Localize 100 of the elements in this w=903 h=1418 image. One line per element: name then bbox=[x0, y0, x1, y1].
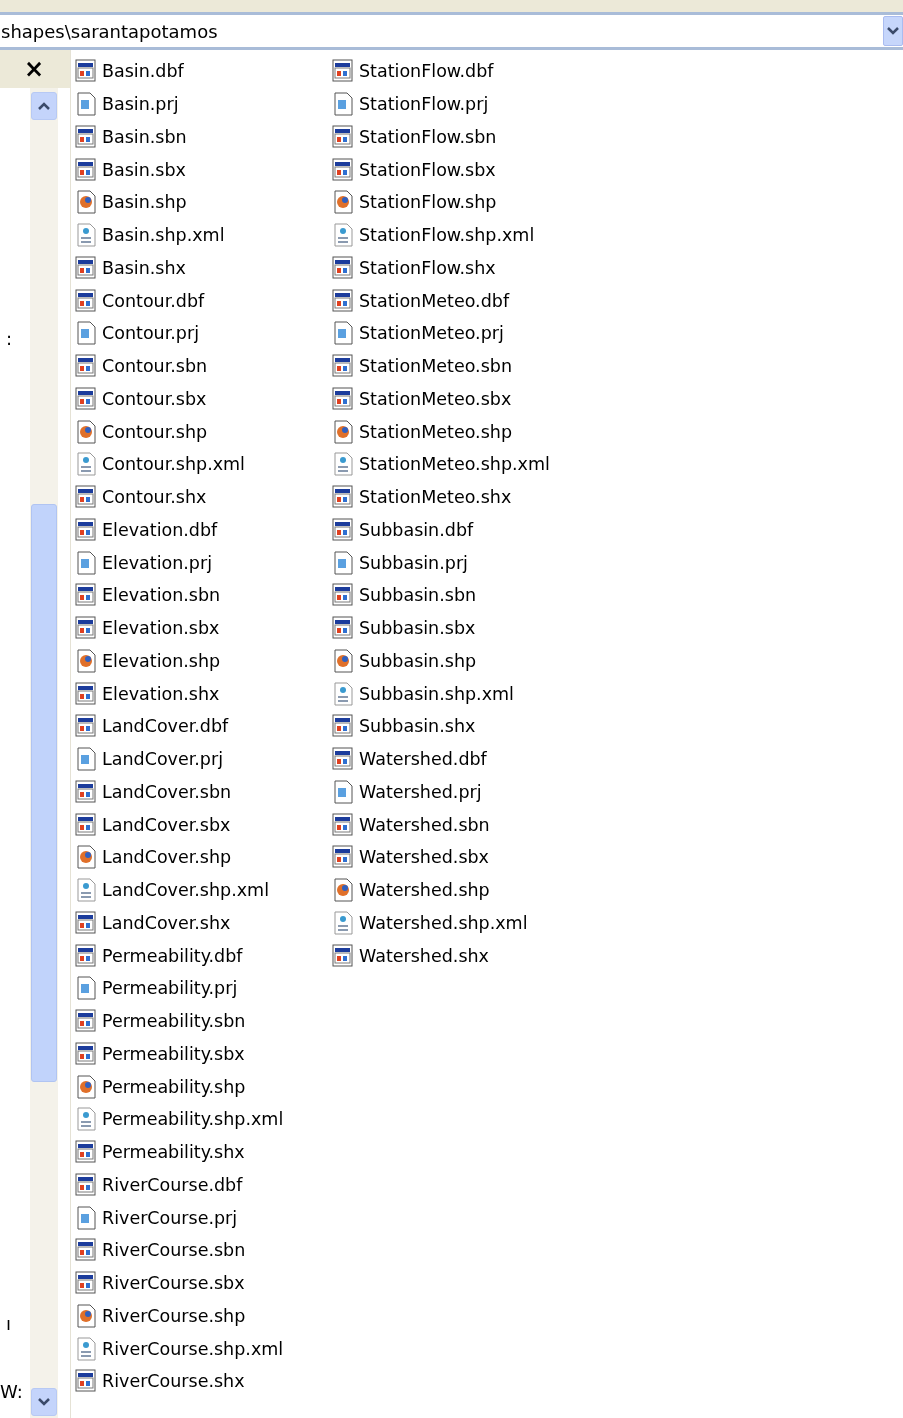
file-item[interactable]: LandCover.shp.xml bbox=[75, 873, 332, 907]
file-item[interactable]: Watershed.shx bbox=[332, 939, 589, 972]
file-item[interactable]: StationFlow.shp bbox=[332, 186, 589, 219]
file-item[interactable]: StationMeteo.sbn bbox=[332, 349, 589, 383]
table-window-icon bbox=[75, 124, 97, 149]
file-item[interactable]: StationMeteo.dbf bbox=[332, 284, 589, 317]
file-item[interactable]: Contour.sbx bbox=[75, 382, 332, 416]
document-icon bbox=[75, 550, 97, 575]
file-item[interactable]: Elevation.prj bbox=[75, 546, 332, 579]
file-item[interactable]: Permeability.shp bbox=[75, 1070, 332, 1103]
table-window-icon bbox=[75, 714, 97, 739]
file-item[interactable]: Subbasin.dbf bbox=[332, 513, 589, 547]
file-item[interactable]: RiverCourse.sbx bbox=[75, 1266, 332, 1300]
file-item[interactable]: RiverCourse.prj bbox=[75, 1201, 332, 1234]
file-item[interactable]: StationFlow.shp.xml bbox=[332, 218, 589, 252]
file-item[interactable]: Permeability.shx bbox=[75, 1135, 332, 1169]
file-item[interactable]: Permeability.sbn bbox=[75, 1004, 332, 1038]
file-item[interactable]: Contour.sbn bbox=[75, 349, 332, 383]
globe-document-icon bbox=[332, 878, 354, 903]
file-item[interactable]: Elevation.shp bbox=[75, 644, 332, 678]
xml-document-icon bbox=[75, 223, 97, 248]
file-item[interactable]: Subbasin.sbx bbox=[332, 611, 589, 645]
file-item[interactable]: LandCover.sbx bbox=[75, 808, 332, 841]
file-item[interactable]: RiverCourse.shp.xml bbox=[75, 1332, 332, 1365]
file-item[interactable]: StationFlow.sbx bbox=[332, 153, 589, 186]
scrollbar[interactable] bbox=[30, 88, 58, 1418]
table-window-icon bbox=[75, 157, 97, 182]
table-window-icon bbox=[75, 288, 97, 313]
file-item[interactable]: Watershed.sbx bbox=[332, 841, 589, 874]
file-item[interactable]: Basin.dbf bbox=[75, 55, 332, 88]
table-window-icon bbox=[75, 517, 97, 542]
table-window-icon bbox=[332, 255, 354, 280]
table-window-icon bbox=[332, 59, 354, 84]
file-item[interactable]: Contour.shp bbox=[75, 415, 332, 448]
file-item[interactable]: Elevation.sbx bbox=[75, 611, 332, 645]
file-item[interactable]: RiverCourse.shp bbox=[75, 1299, 332, 1333]
scroll-thumb[interactable] bbox=[31, 504, 57, 1082]
file-item[interactable]: RiverCourse.shx bbox=[75, 1365, 332, 1398]
address-path: shapes\sarantapotamos bbox=[1, 20, 219, 42]
file-item[interactable]: LandCover.shx bbox=[75, 906, 332, 940]
close-button[interactable]: × bbox=[22, 57, 47, 81]
file-item[interactable]: Contour.shp.xml bbox=[75, 448, 332, 481]
file-item[interactable]: Subbasin.shp.xml bbox=[332, 677, 589, 710]
table-window-icon bbox=[332, 517, 354, 542]
file-item[interactable]: Elevation.sbn bbox=[75, 579, 332, 612]
file-item[interactable]: Watershed.shp.xml bbox=[332, 906, 589, 940]
file-item[interactable]: Permeability.sbx bbox=[75, 1037, 332, 1071]
file-item[interactable]: Subbasin.prj bbox=[332, 546, 589, 579]
file-item[interactable]: Contour.shx bbox=[75, 480, 332, 514]
file-item[interactable]: LandCover.shp bbox=[75, 841, 332, 874]
file-item[interactable]: Watershed.prj bbox=[332, 775, 589, 809]
file-item[interactable]: RiverCourse.dbf bbox=[75, 1168, 332, 1202]
cut-text: W: bbox=[0, 1381, 23, 1402]
file-item[interactable]: Watershed.shp bbox=[332, 873, 589, 907]
file-item[interactable]: Watershed.dbf bbox=[332, 742, 589, 776]
table-window-icon bbox=[75, 1369, 97, 1394]
file-item[interactable]: RiverCourse.sbn bbox=[75, 1234, 332, 1267]
file-item[interactable]: Contour.dbf bbox=[75, 284, 332, 317]
file-item[interactable]: Basin.shx bbox=[75, 251, 332, 285]
file-item[interactable]: LandCover.sbn bbox=[75, 775, 332, 809]
file-item[interactable]: StationMeteo.shp.xml bbox=[332, 448, 589, 481]
file-item[interactable]: StationFlow.shx bbox=[332, 251, 589, 285]
file-item[interactable]: Basin.shp bbox=[75, 186, 332, 219]
dropdown-button[interactable] bbox=[883, 16, 903, 46]
globe-document-icon bbox=[75, 1303, 97, 1328]
file-item[interactable]: Contour.prj bbox=[75, 317, 332, 350]
file-item[interactable]: Permeability.prj bbox=[75, 972, 332, 1005]
file-item[interactable]: LandCover.dbf bbox=[75, 710, 332, 743]
file-item[interactable]: StationMeteo.shp bbox=[332, 415, 589, 448]
file-item[interactable]: Subbasin.shp bbox=[332, 644, 589, 678]
address-field[interactable]: shapes\sarantapotamos bbox=[0, 15, 903, 50]
scroll-up-button[interactable] bbox=[31, 92, 57, 120]
xml-document-icon bbox=[332, 223, 354, 248]
file-item[interactable]: StationMeteo.shx bbox=[332, 480, 589, 514]
file-item[interactable]: StationFlow.prj bbox=[332, 87, 589, 121]
cut-text: : bbox=[6, 328, 13, 349]
file-item[interactable]: Subbasin.shx bbox=[332, 710, 589, 743]
file-item[interactable]: Basin.prj bbox=[75, 87, 332, 121]
cut-text: ı bbox=[6, 1313, 11, 1334]
chevron-down-icon bbox=[887, 27, 899, 35]
file-item[interactable]: Basin.sbx bbox=[75, 153, 332, 186]
file-item[interactable]: Watershed.sbn bbox=[332, 808, 589, 841]
document-icon bbox=[75, 747, 97, 772]
file-item[interactable]: StationMeteo.prj bbox=[332, 317, 589, 350]
table-window-icon bbox=[332, 583, 354, 608]
table-window-icon bbox=[332, 747, 354, 772]
file-item[interactable]: Elevation.dbf bbox=[75, 513, 332, 547]
file-item[interactable]: StationFlow.dbf bbox=[332, 55, 589, 88]
file-item[interactable]: Elevation.shx bbox=[75, 677, 332, 710]
file-item[interactable]: Basin.shp.xml bbox=[75, 218, 332, 252]
globe-document-icon bbox=[332, 419, 354, 444]
file-item[interactable]: LandCover.prj bbox=[75, 742, 332, 776]
file-item[interactable]: Subbasin.sbn bbox=[332, 579, 589, 612]
scroll-down-button[interactable] bbox=[31, 1388, 57, 1416]
file-item[interactable]: StationFlow.sbn bbox=[332, 120, 589, 154]
file-item[interactable]: StationMeteo.sbx bbox=[332, 382, 589, 416]
table-window-icon bbox=[332, 812, 354, 837]
file-item[interactable]: Permeability.shp.xml bbox=[75, 1103, 332, 1136]
file-item[interactable]: Permeability.dbf bbox=[75, 939, 332, 972]
file-item[interactable]: Basin.sbn bbox=[75, 120, 332, 154]
